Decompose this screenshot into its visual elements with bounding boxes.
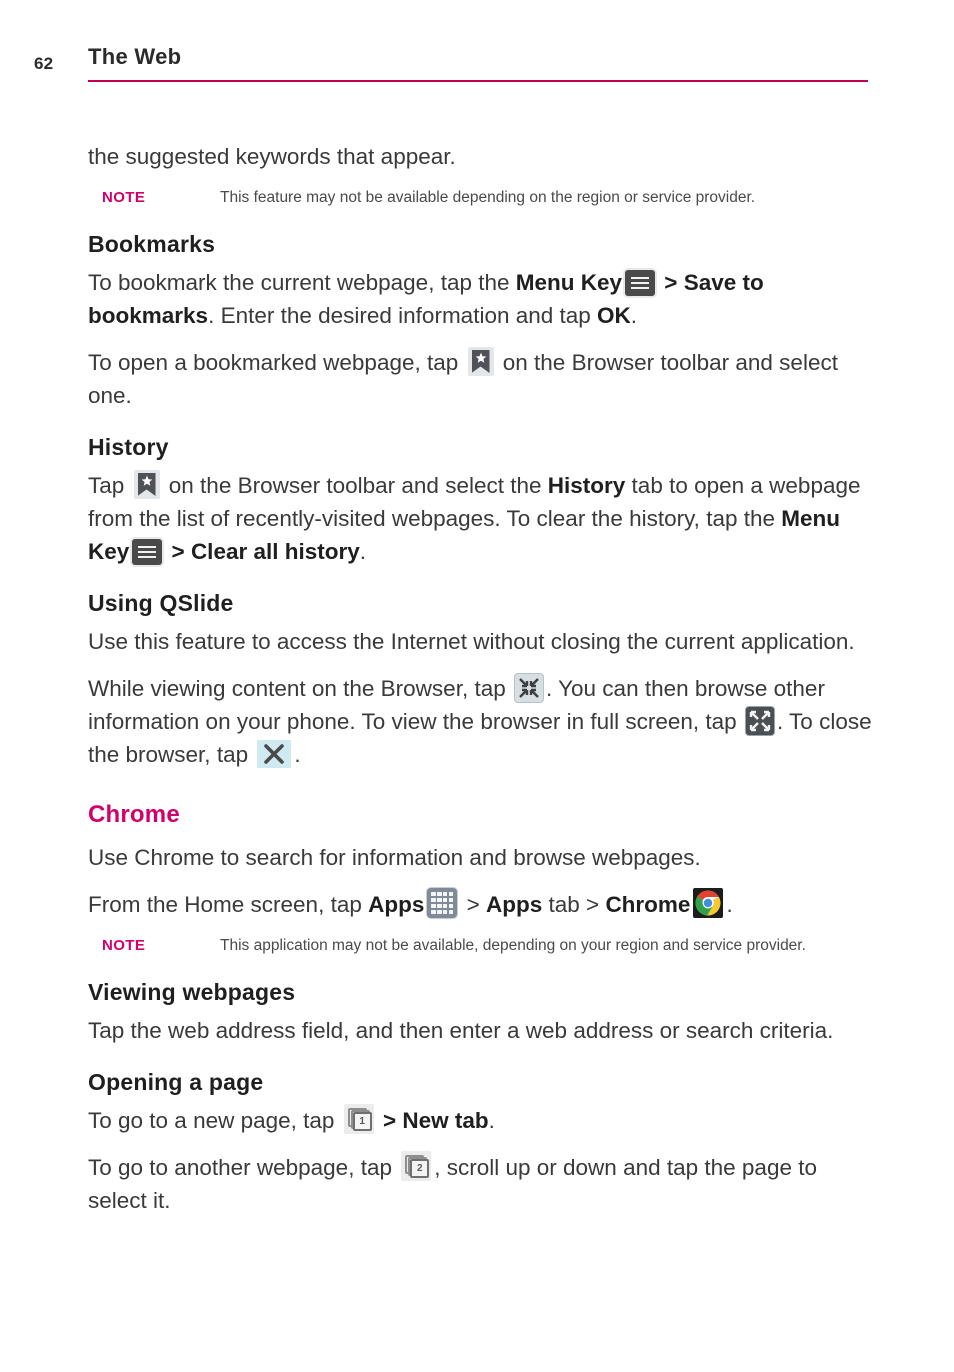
section-heading-opening-a-page: Opening a page <box>88 1069 264 1095</box>
tab-count-value: 1 <box>352 1112 372 1131</box>
new-tab-label: New tab <box>402 1108 489 1133</box>
text-run: . <box>630 303 638 328</box>
menu-key-icon <box>625 270 656 296</box>
note-block-1: NOTE This feature may not be available d… <box>88 187 878 209</box>
bookmarks-paragraph-1: To bookmark the current webpage, tap the… <box>88 266 878 332</box>
text-run: tab > <box>542 892 606 917</box>
note-label: NOTE <box>102 937 146 954</box>
section-heading-bookmarks: Bookmarks <box>88 231 216 257</box>
expand-fullscreen-icon <box>745 707 774 735</box>
viewing-webpages-paragraph: Tap the web address field, and then ente… <box>88 1018 834 1043</box>
text-run: > <box>658 270 684 295</box>
text-run: . <box>726 892 733 917</box>
note-text: This application may not be available, d… <box>220 937 806 954</box>
tab-count-value: 2 <box>410 1159 430 1178</box>
text-run: on the Browser toolbar and select the <box>162 473 548 498</box>
bookmark-star-icon <box>133 470 160 499</box>
text-run: . <box>488 1108 495 1133</box>
text-run: . Enter the desired information and tap <box>208 303 598 328</box>
text-run: To bookmark the current webpage, tap the <box>88 270 516 295</box>
apps-grid-icon <box>427 888 458 918</box>
chrome-paragraph-2: From the Home screen, tap Apps > Apps ta… <box>88 888 878 921</box>
text-run: > <box>376 1108 403 1133</box>
opening-paragraph-2: To go to another webpage, tap 2, scroll … <box>88 1151 878 1217</box>
clear-all-history-label: Clear all history <box>190 539 360 564</box>
text-run: To go to another webpage, tap <box>88 1155 399 1180</box>
text-run: > <box>460 892 487 917</box>
text-run: From the Home screen, tap <box>88 892 369 917</box>
bookmarks-paragraph-2: To open a bookmarked webpage, tap on the… <box>88 346 878 412</box>
text-run: To go to a new page, tap <box>88 1108 341 1133</box>
section-heading-chrome: Chrome <box>88 801 180 828</box>
section-heading-history: History <box>88 434 169 460</box>
text-run: To open a bookmarked webpage, tap <box>88 350 465 375</box>
section-heading-viewing-webpages: Viewing webpages <box>88 979 296 1005</box>
tab-count-icon: 2 <box>401 1151 432 1181</box>
note-text: This feature may not be available depend… <box>220 189 756 206</box>
qslide-paragraph-1: Use this feature to access the Internet … <box>88 629 855 654</box>
page-header: 62 The Web <box>0 44 954 84</box>
menu-key-icon <box>132 539 163 565</box>
note-label: NOTE <box>102 189 146 206</box>
qslide-paragraph-2: While viewing content on the Browser, ta… <box>88 672 878 771</box>
close-x-icon <box>257 740 292 768</box>
text-run: . <box>294 742 301 767</box>
tab-count-icon: 1 <box>343 1104 374 1134</box>
history-tab-label: History <box>547 473 626 498</box>
chrome-paragraph-1: Use Chrome to search for information and… <box>88 845 701 870</box>
header-rule <box>88 80 868 82</box>
document-content: the suggested keywords that appear. NOTE… <box>88 140 878 1217</box>
apps-tab-label: Apps <box>486 892 543 917</box>
intro-paragraph: the suggested keywords that appear. <box>88 144 456 169</box>
shrink-icon <box>514 674 543 702</box>
text-run: Tap <box>88 473 131 498</box>
bookmark-star-icon <box>467 347 494 376</box>
ok-label: OK <box>597 303 631 328</box>
chrome-logo-icon <box>693 888 724 918</box>
apps-label: Apps <box>368 892 425 917</box>
section-heading-qslide: Using QSlide <box>88 590 234 616</box>
menu-key-label: Menu Key <box>515 270 623 295</box>
text-run: . <box>359 539 367 564</box>
chrome-label: Chrome <box>605 892 691 917</box>
text-run: While viewing content on the Browser, ta… <box>88 676 512 701</box>
page-number: 62 <box>34 54 54 73</box>
history-paragraph: Tap on the Browser toolbar and select th… <box>88 469 878 568</box>
note-block-2: NOTE This application may not be availab… <box>88 935 878 957</box>
page-title: The Web <box>88 44 182 69</box>
opening-paragraph-1: To go to a new page, tap 1 > New tab. <box>88 1104 878 1137</box>
text-run: > <box>165 539 191 564</box>
